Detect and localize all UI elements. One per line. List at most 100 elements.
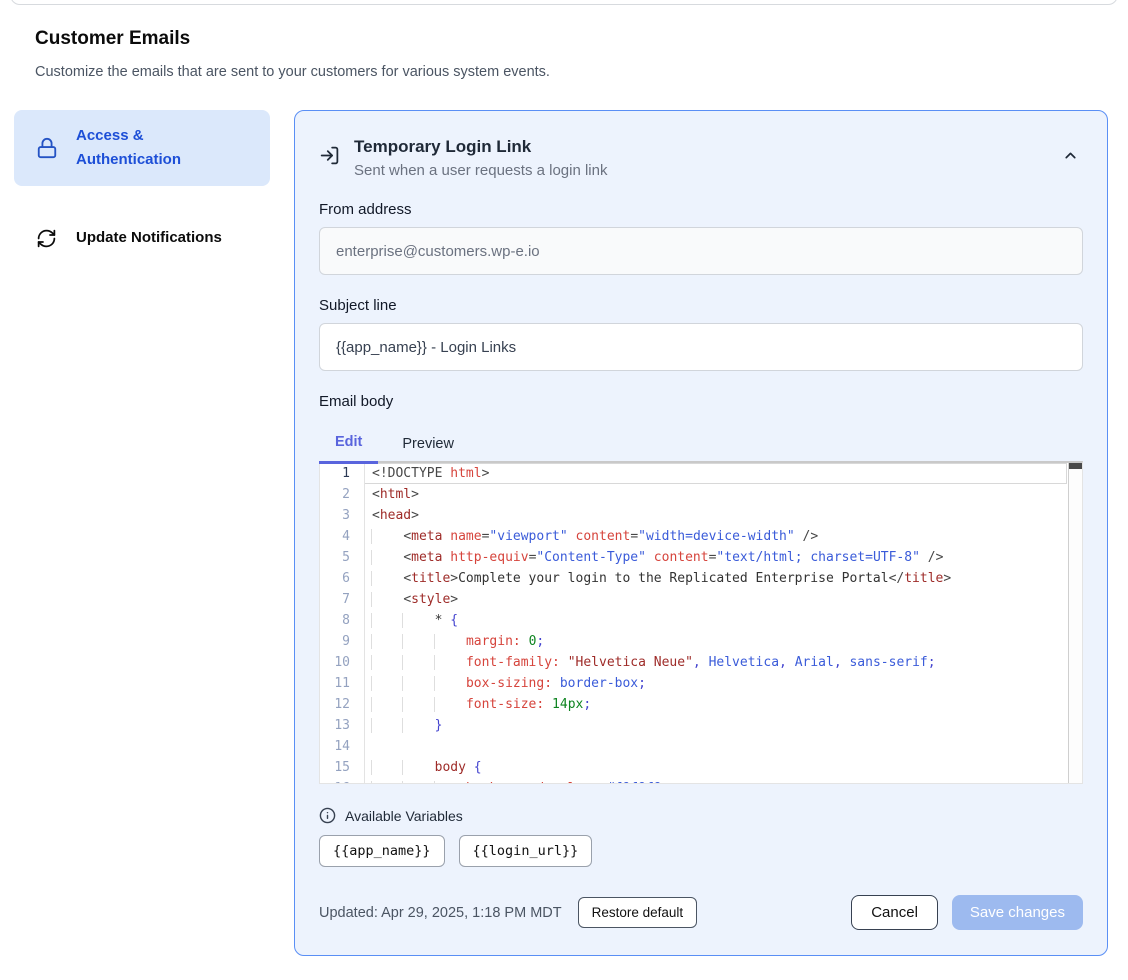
variable-chips: {{app_name}} {{login_url}} [319,835,1083,867]
code-line[interactable]: 6 <title>Complete your login to the Repl… [320,568,1067,589]
line-number: 15 [320,757,364,778]
indent-guide [371,634,403,649]
email-body-tabs: Edit Preview [319,426,1083,464]
email-body-code-editor[interactable]: 1<!DOCTYPE html>2<html>3<head>4 <meta na… [319,461,1083,784]
page-header: Customer Emails Customize the emails tha… [35,28,1095,80]
indent-guide [371,781,403,784]
temporary-login-link-panel: Temporary Login Link Sent when a user re… [294,110,1108,956]
editor-scrollbar[interactable] [1068,463,1082,783]
line-number: 12 [320,694,364,715]
line-number: 16 [320,778,364,784]
save-changes-button[interactable]: Save changes [952,895,1083,930]
code-line[interactable]: 15 body { [320,757,1067,778]
line-content: } [364,715,1067,736]
code-lines: 1<!DOCTYPE html>2<html>3<head>4 <meta na… [320,463,1067,784]
line-number: 3 [320,505,364,526]
email-body-label: Email body [319,393,1083,410]
code-line[interactable]: 8 * { [320,610,1067,631]
page-subtitle: Customize the emails that are sent to yo… [35,64,1095,80]
indent-guide [371,697,403,712]
code-line[interactable]: 3<head> [320,505,1067,526]
code-line[interactable]: 5 <meta http-equiv="Content-Type" conten… [320,547,1067,568]
line-number: 4 [320,526,364,547]
page-title: Customer Emails [35,28,1095,50]
indent-guide [402,718,434,733]
line-content: body { [364,757,1067,778]
available-variables-header: Available Variables [319,807,1083,824]
variable-chip-login-url[interactable]: {{login_url}} [459,835,593,867]
line-number: 11 [320,673,364,694]
indent-guide [371,550,403,565]
collapse-button[interactable] [1058,143,1083,168]
info-icon [319,807,336,824]
indent-guide [402,613,434,628]
line-number: 14 [320,736,364,757]
indent-guide [434,676,466,691]
line-number: 9 [320,631,364,652]
subject-line-input[interactable] [319,323,1083,371]
line-content: font-size: 14px; [364,694,1067,715]
line-content [364,736,1067,757]
indent-guide [434,634,466,649]
tab-preview[interactable]: Preview [386,426,470,464]
line-content: box-sizing: border-box; [364,673,1067,694]
line-number: 10 [320,652,364,673]
updated-timestamp: Updated: Apr 29, 2025, 1:18 PM MDT [319,905,562,921]
indent-guide [402,655,434,670]
refresh-icon [36,228,58,249]
indent-guide [434,655,466,670]
panel-header: Temporary Login Link Sent when a user re… [319,137,1083,179]
indent-guide [371,613,403,628]
indent-guide [371,655,403,670]
restore-default-button[interactable]: Restore default [578,897,698,928]
indent-guide [402,781,434,784]
indent-guide [371,592,403,607]
code-line[interactable]: 1<!DOCTYPE html> [320,463,1067,484]
login-icon [319,145,340,166]
line-content: <meta name="viewport" content="width=dev… [364,526,1067,547]
tab-edit[interactable]: Edit [319,426,378,464]
line-content: <style> [364,589,1067,610]
indent-guide [434,697,466,712]
code-line[interactable]: 2<html> [320,484,1067,505]
line-number: 8 [320,610,364,631]
line-number: 6 [320,568,364,589]
code-line[interactable]: 14 [320,736,1067,757]
line-content: margin: 0; [364,631,1067,652]
line-content: * { [364,610,1067,631]
line-content: background-color: #f9f9f9; [364,778,1067,784]
sidebar-item-label: Update Notifications [76,226,222,250]
code-line[interactable]: 13 } [320,715,1067,736]
indent-guide [371,760,403,775]
indent-guide [371,676,403,691]
indent-guide [402,676,434,691]
line-content: font-family: "Helvetica Neue", Helvetica… [364,652,1067,673]
variable-chip-app-name[interactable]: {{app_name}} [319,835,445,867]
code-line[interactable]: 7 <style> [320,589,1067,610]
cancel-button[interactable]: Cancel [851,895,938,930]
indent-guide [371,529,403,544]
sidebar-item-label: Access & Authentication [76,124,216,172]
code-line[interactable]: 11 box-sizing: border-box; [320,673,1067,694]
from-address-input[interactable] [319,227,1083,275]
code-line[interactable]: 4 <meta name="viewport" content="width=d… [320,526,1067,547]
sidebar-item-update-notifications[interactable]: Update Notifications [14,212,270,264]
indent-guide [402,760,434,775]
line-number: 5 [320,547,364,568]
line-content: <!DOCTYPE html> [364,463,1067,484]
indent-guide [371,571,403,586]
code-line[interactable]: 10 font-family: "Helvetica Neue", Helvet… [320,652,1067,673]
code-line[interactable]: 9 margin: 0; [320,631,1067,652]
indent-guide [371,718,403,733]
line-content: <html> [364,484,1067,505]
panel-subtitle: Sent when a user requests a login link [354,162,1044,179]
line-number: 2 [320,484,364,505]
code-line[interactable]: 12 font-size: 14px; [320,694,1067,715]
indent-guide [434,781,466,784]
code-line[interactable]: 16 background-color: #f9f9f9; [320,778,1067,784]
from-address-label: From address [319,201,1083,218]
sidebar-item-access-authentication[interactable]: Access & Authentication [14,110,270,186]
indent-guide [402,697,434,712]
line-content: <head> [364,505,1067,526]
line-number: 7 [320,589,364,610]
